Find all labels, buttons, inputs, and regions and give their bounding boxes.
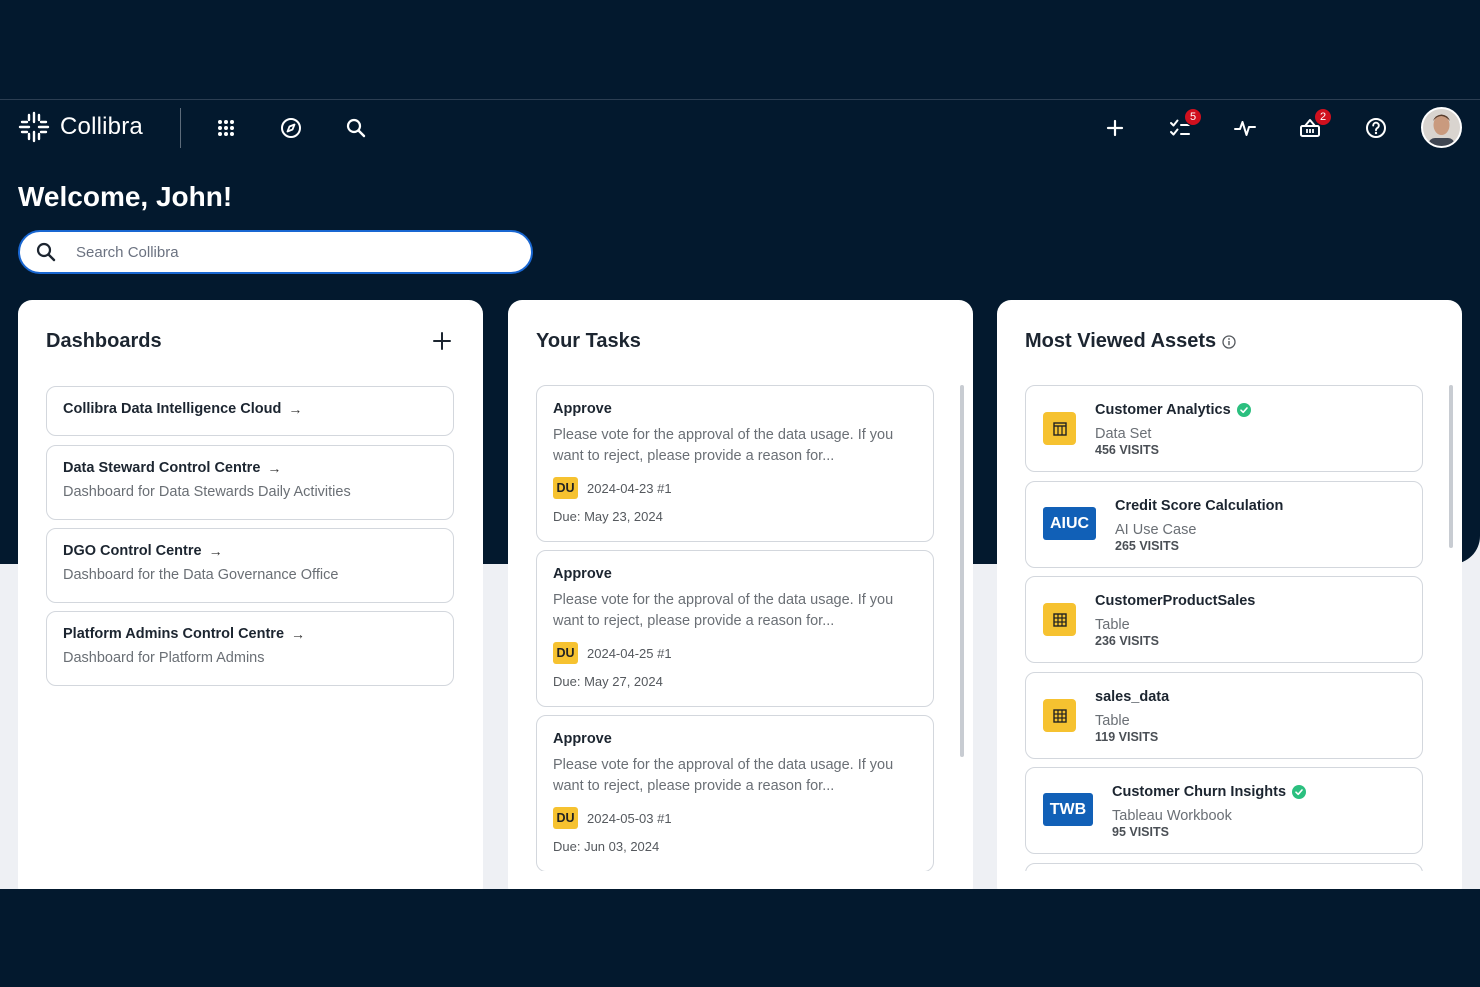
search-bar (18, 230, 533, 274)
dataset-icon (1043, 412, 1076, 445)
apps-grid-icon[interactable] (214, 116, 238, 140)
table-icon (1043, 699, 1076, 732)
search-icon (36, 242, 56, 262)
asset-type-tag: AIUC (1043, 507, 1096, 540)
task-due-date: Due: Jun 03, 2024 (553, 839, 660, 854)
asset-name: sales_data (1095, 689, 1170, 705)
task-title: Approve (553, 401, 612, 417)
task-due-date: Due: May 27, 2024 (553, 674, 663, 689)
task-title: Approve (553, 566, 612, 582)
task-meta: 2024-04-25 #1 (587, 645, 672, 661)
tasks-card: Your Tasks Approve Please vote for the a… (508, 300, 973, 889)
dashboard-item-title: Platform Admins Control Centre (63, 626, 285, 642)
dashboards-title: Dashboards (46, 330, 162, 352)
asset-card[interactable]: CustomerProductSales Table 236 VISITS (1025, 576, 1423, 663)
assets-title: Most Viewed Assets (1025, 330, 1217, 352)
header-divider (180, 108, 181, 148)
help-icon[interactable] (1364, 116, 1388, 140)
task-description: Please vote for the approval of the data… (553, 592, 894, 629)
dashboard-item-subtitle: Dashboard for Data Stewards Daily Activi… (63, 484, 351, 500)
arrow-right-icon: → (291, 626, 306, 642)
app-name: Collibra (60, 113, 143, 140)
asset-visits: 95 VISITS (1112, 825, 1169, 839)
tasks-list[interactable]: Approve Please vote for the approval of … (536, 385, 964, 871)
task-card[interactable]: Approve Please vote for the approval of … (536, 385, 934, 542)
asset-name: CustomerProductSales (1095, 593, 1256, 609)
assignee-badge: DU (553, 477, 578, 499)
compass-icon[interactable] (279, 116, 303, 140)
asset-card[interactable]: sales_data Table 119 VISITS (1025, 672, 1423, 759)
dashboard-item[interactable]: Platform Admins Control Centre → Dashboar… (46, 611, 454, 686)
dashboard-item[interactable]: Data Steward Control Centre → Dashboard f… (46, 445, 454, 520)
most-viewed-assets-card: Most Viewed Assets Customer Analytics Da… (997, 300, 1462, 889)
assets-title-row: Most Viewed Assets (1025, 330, 1236, 353)
asset-type-tag: TWB (1043, 793, 1093, 826)
task-due-date: Due: May 23, 2024 (553, 509, 663, 524)
top-navigation-bar: Collibra 5 2 (0, 99, 1480, 159)
asset-type: Data Set (1095, 426, 1152, 442)
task-card[interactable]: Approve Please vote for the approval of … (536, 550, 934, 707)
create-plus-icon[interactable] (1103, 116, 1127, 140)
asset-visits: 119 VISITS (1095, 730, 1159, 744)
tasks-scrollbar[interactable] (960, 385, 964, 757)
search-icon[interactable] (344, 116, 368, 140)
tasks-title: Your Tasks (536, 330, 641, 352)
dashboard-item-title: DGO Control Centre (63, 543, 202, 559)
welcome-heading: Welcome, John! (18, 181, 233, 212)
basket-icon[interactable]: 2 (1298, 108, 1332, 140)
asset-visits: 236 VISITS (1095, 634, 1159, 648)
info-icon[interactable] (1222, 334, 1236, 349)
tasks-checklist-icon[interactable]: 5 (1168, 108, 1202, 140)
table-icon (1043, 603, 1076, 636)
user-avatar[interactable] (1421, 107, 1462, 148)
activity-pulse-icon[interactable] (1233, 116, 1257, 140)
asset-card[interactable]: Customer Analytics Data Set 456 VISITS (1025, 385, 1423, 472)
asset-card-partial[interactable] (1025, 863, 1423, 871)
arrow-right-icon: → (208, 543, 223, 559)
task-meta: 2024-04-23 #1 (587, 480, 672, 496)
assets-list[interactable]: Customer Analytics Data Set 456 VISITS A… (1025, 385, 1453, 871)
collibra-logo[interactable]: Collibra (18, 111, 143, 143)
task-description: Please vote for the approval of the data… (553, 427, 894, 464)
task-meta: 2024-05-03 #1 (587, 810, 672, 826)
basket-count-badge: 2 (1314, 108, 1332, 126)
add-dashboard-button[interactable] (433, 332, 453, 352)
asset-card[interactable]: TWB Customer Churn Insights Tableau Work… (1025, 767, 1423, 854)
dashboard-item[interactable]: Collibra Data Intelligence Cloud → (46, 386, 454, 436)
dashboard-item-title: Data Steward Control Centre (63, 460, 261, 476)
asset-visits: 456 VISITS (1095, 443, 1159, 457)
dashboard-item[interactable]: DGO Control Centre → Dashboard for the Da… (46, 528, 454, 603)
asset-type: Tableau Workbook (1112, 808, 1232, 824)
app-root: Collibra 5 2 Welcome, John! Search Colli… (0, 99, 1480, 889)
asset-name: Customer Analytics (1095, 402, 1231, 418)
asset-name: Credit Score Calculation (1115, 498, 1284, 514)
task-title: Approve (553, 731, 612, 747)
plus-icon (433, 332, 451, 350)
dashboard-item-subtitle: Dashboard for Platform Admins (63, 650, 265, 666)
verified-check-icon (1292, 785, 1307, 799)
asset-type: AI Use Case (1115, 522, 1197, 538)
asset-visits: 265 VISITS (1115, 539, 1179, 553)
task-card[interactable]: Approve Please vote for the approval of … (536, 715, 934, 871)
arrow-right-icon: → (288, 401, 303, 417)
assignee-badge: DU (553, 642, 578, 664)
dashboard-item-title: Collibra Data Intelligence Cloud (63, 401, 282, 417)
arrow-right-icon: → (267, 460, 282, 476)
asset-type: Table (1095, 713, 1130, 729)
assets-scrollbar[interactable] (1449, 385, 1453, 548)
search-input[interactable] (76, 243, 496, 261)
asset-name: Customer Churn Insights (1112, 784, 1287, 800)
task-description: Please vote for the approval of the data… (553, 757, 894, 794)
dashboards-card: Dashboards Collibra Data Intelligence Cl… (18, 300, 483, 889)
asset-card[interactable]: AIUC Credit Score Calculation AI Use Cas… (1025, 481, 1423, 568)
collibra-logo-icon (18, 111, 50, 143)
dashboard-item-subtitle: Dashboard for the Data Governance Office (63, 567, 339, 583)
assignee-badge: DU (553, 807, 578, 829)
verified-check-icon (1236, 403, 1251, 417)
asset-type: Table (1095, 617, 1130, 633)
tasks-count-badge: 5 (1184, 108, 1202, 126)
